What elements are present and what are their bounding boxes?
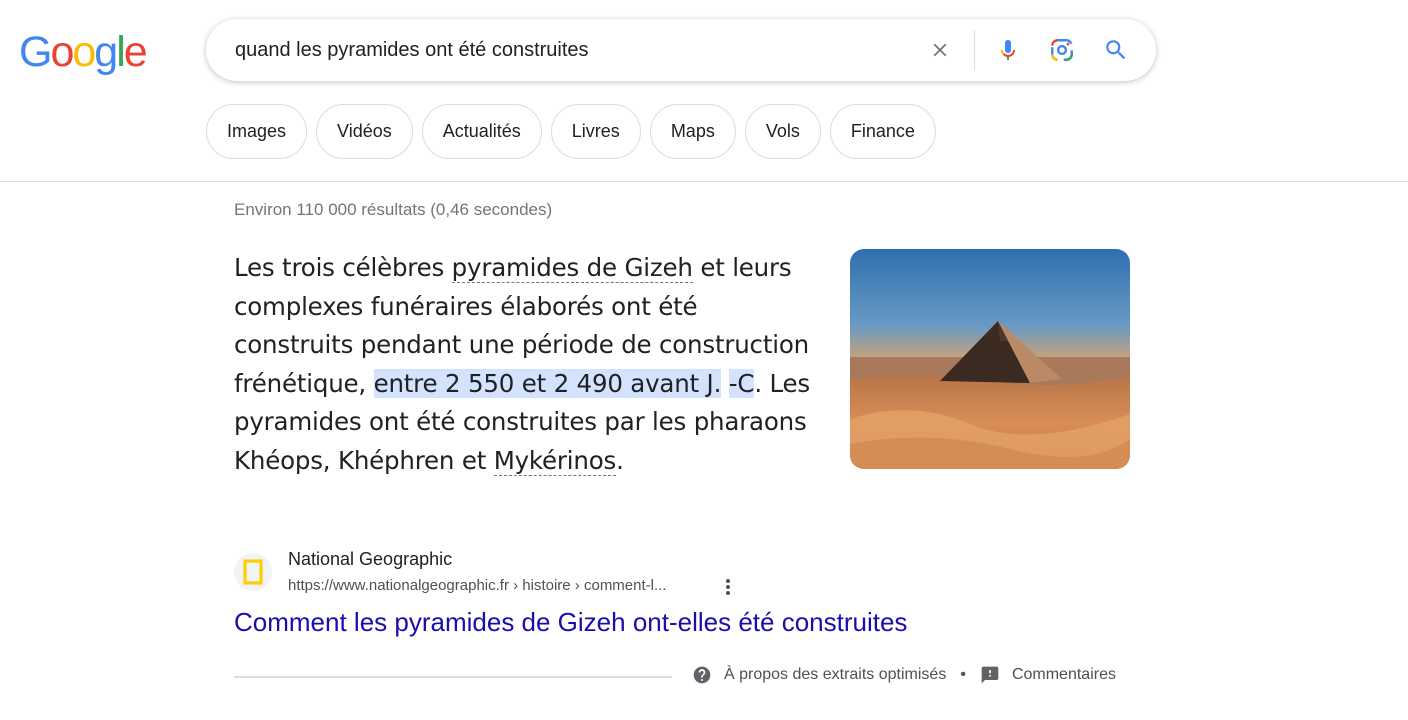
snippet-entity-link[interactable]: pyramides de Gizeh [451,253,693,283]
snippet-text: Les trois célèbres [234,253,452,282]
logo-letter: e [123,28,148,76]
pyramid-illustration [850,249,1130,469]
feedback-link[interactable]: Commentaires [980,665,1116,685]
header-divider [0,181,1408,182]
search-input[interactable]: quand les pyramides ont été construites [235,37,589,63]
lens-camera-icon [1051,39,1073,61]
chip-finance[interactable]: Finance [829,104,936,159]
result-more-options-button[interactable] [716,575,740,599]
help-icon [693,666,711,684]
microphone-icon [1001,40,1015,60]
result-title-link[interactable]: Comment les pyramides de Gizeh ont-elles… [234,607,907,638]
chip-maps[interactable]: Maps [649,104,736,159]
source-favicon[interactable] [234,553,272,591]
search-divider [974,30,975,70]
chip-videos[interactable]: Vidéos [316,104,413,159]
clear-search-button[interactable] [922,32,958,68]
logo-letter: G [19,28,52,76]
result-stats: Environ 110 000 résultats (0,46 secondes… [234,200,553,219]
logo-letter: o [50,28,74,76]
footer-separator: • [960,666,966,683]
chip-images[interactable]: Images [206,104,308,159]
snippet-footer: À propos des extraits optimisés • Commen… [692,665,1116,685]
search-box[interactable]: quand les pyramides ont été construites [206,19,1156,81]
chip-news[interactable]: Actualités [421,104,542,159]
logo-letter: g [94,28,118,76]
search-icon [1106,40,1126,60]
snippet-entity-link[interactable]: Mykérinos [493,445,616,476]
about-featured-snippets-label: À propos des extraits optimisés [724,666,947,683]
national-geographic-logo-icon [243,559,263,585]
search-submit-button[interactable] [1098,32,1134,68]
chip-flights[interactable]: Vols [744,104,821,159]
about-featured-snippets-link[interactable]: À propos des extraits optimisés [692,665,946,685]
more-vert-icon [726,579,730,595]
google-logo[interactable]: Google [19,28,148,76]
logo-letter: l [116,28,125,76]
snippet-highlight: entre 2 550 et 2 490 avant J. [373,368,722,398]
featured-snippet-text: Les trois célèbres pyramides de Gizeh et… [234,249,824,480]
feedback-icon [981,666,999,684]
snippet-footer-divider [234,676,672,678]
snippet-text: . [616,445,624,475]
snippet-text [721,369,729,398]
lens-search-button[interactable] [1044,32,1080,68]
voice-search-button[interactable] [990,32,1026,68]
source-site-name[interactable]: National Geographic [288,549,452,570]
pyramid-image[interactable] [850,249,1130,469]
chip-books[interactable]: Livres [550,104,641,159]
snippet-highlight: -C [728,368,755,398]
close-icon [933,43,947,57]
search-filter-chips: Images Vidéos Actualités Livres Maps Vol… [206,104,936,159]
feedback-label: Commentaires [1011,666,1116,683]
source-url[interactable]: https://www.nationalgeographic.fr › hist… [288,577,667,594]
logo-letter: o [72,28,96,76]
